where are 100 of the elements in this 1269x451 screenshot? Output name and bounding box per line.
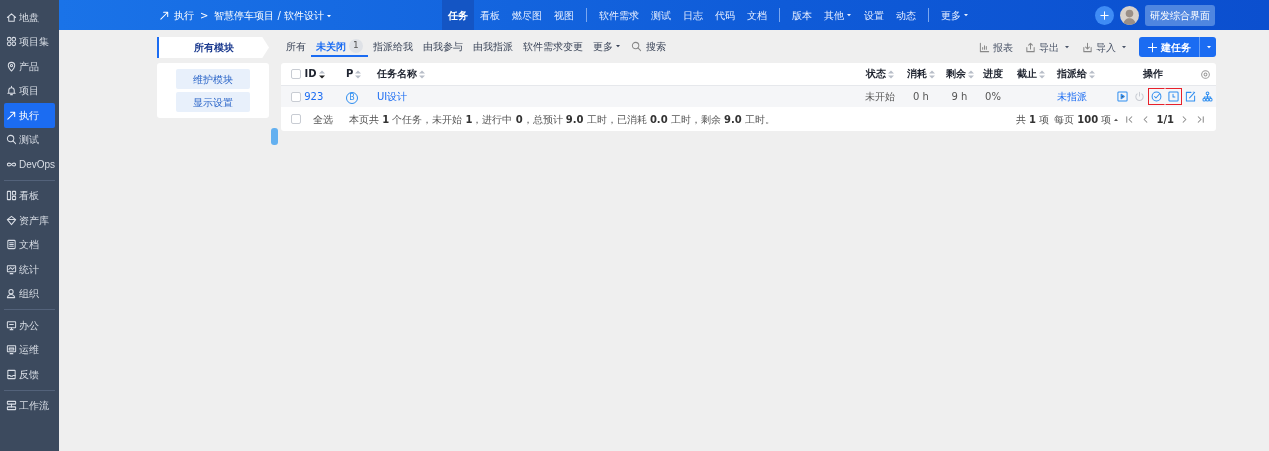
user-icon bbox=[6, 288, 17, 300]
sidebar-item[interactable]: 统计 bbox=[4, 257, 55, 282]
checkbox[interactable] bbox=[291, 69, 301, 80]
status-text: 未开始 bbox=[864, 90, 895, 102]
module-button[interactable]: 显示设置 bbox=[176, 92, 250, 112]
sidebar-item[interactable]: 办公 bbox=[4, 313, 55, 338]
caret-icon[interactable] bbox=[963, 12, 969, 18]
task-name-link[interactable]: UI设计 bbox=[377, 90, 408, 102]
settings-icon[interactable] bbox=[1200, 68, 1211, 80]
module-button[interactable]: 维护模块 bbox=[176, 69, 250, 89]
nav-tab[interactable]: 版本 bbox=[786, 0, 818, 30]
breadcrumb-link[interactable]: 执行 bbox=[159, 7, 194, 23]
caret-icon[interactable] bbox=[1206, 44, 1212, 50]
caret-icon[interactable] bbox=[1064, 44, 1070, 50]
caret-icon[interactable] bbox=[614, 43, 621, 49]
collapse-handle[interactable] bbox=[271, 128, 278, 145]
download-icon bbox=[1082, 41, 1093, 53]
monitor-icon bbox=[6, 344, 17, 356]
nav-tab[interactable]: 设置 bbox=[858, 0, 890, 30]
nav-tab[interactable]: 其他 bbox=[818, 0, 858, 30]
arrow-icon bbox=[6, 109, 17, 121]
sidebar-item[interactable]: 地盘 bbox=[4, 5, 55, 30]
sidebar-item[interactable]: DevOps bbox=[4, 152, 55, 177]
column-header[interactable]: 指派给 bbox=[1057, 68, 1087, 80]
last-page-icon[interactable] bbox=[1195, 113, 1206, 125]
sidebar-item[interactable]: 反馈 bbox=[4, 362, 55, 387]
nav-tab[interactable]: 动态 bbox=[890, 0, 922, 30]
flow-icon bbox=[6, 400, 17, 412]
filter-tab[interactable]: 由我指派 bbox=[467, 37, 518, 57]
caret-icon[interactable] bbox=[846, 12, 852, 18]
row-checkbox[interactable] bbox=[291, 91, 301, 102]
nav-tab[interactable]: 任务 bbox=[442, 0, 474, 30]
nav-tab[interactable]: 文档 bbox=[741, 0, 773, 30]
column-header[interactable]: 状态 bbox=[865, 68, 886, 80]
column-header[interactable]: ID bbox=[304, 68, 317, 80]
sidebar-item[interactable]: 文档 bbox=[4, 232, 55, 257]
sidebar-item[interactable]: 产品 bbox=[4, 54, 55, 79]
column-header[interactable]: 任务名称 bbox=[377, 68, 417, 80]
toolbar-button[interactable]: 报表 bbox=[973, 39, 1019, 55]
caret-icon[interactable] bbox=[1121, 44, 1127, 50]
nav-tab[interactable]: 视图 bbox=[548, 0, 580, 30]
sidebar-item[interactable]: 组织 bbox=[4, 281, 55, 306]
filter-tab[interactable]: 所有 bbox=[281, 37, 311, 57]
nav-tab[interactable]: 代码 bbox=[709, 0, 741, 30]
caret-icon[interactable] bbox=[1113, 116, 1120, 123]
search-link[interactable]: 搜索 bbox=[625, 37, 671, 57]
nav-tab[interactable]: 软件需求 bbox=[593, 0, 645, 30]
total-count: 共 1 项 bbox=[1015, 112, 1050, 127]
bell-icon bbox=[6, 85, 17, 97]
sidebar-item[interactable]: 资产库 bbox=[4, 208, 55, 233]
clock-icon[interactable] bbox=[1165, 87, 1182, 105]
sidebar-item[interactable]: 项目集 bbox=[4, 29, 55, 54]
sidebar-item[interactable]: 看板 bbox=[4, 183, 55, 208]
column-header[interactable]: 截止 bbox=[1016, 68, 1037, 80]
nav-tab[interactable]: 测试 bbox=[645, 0, 677, 30]
task-id-link[interactable]: 923 bbox=[304, 90, 324, 102]
hours-text: 0 h bbox=[913, 90, 929, 102]
sort-icon[interactable] bbox=[318, 69, 325, 79]
page-number: 1/1 bbox=[1156, 112, 1174, 127]
columns-icon bbox=[6, 190, 17, 202]
column-header[interactable]: 剩余 bbox=[945, 68, 966, 80]
progress-text: 0% bbox=[985, 90, 1001, 102]
sidebar-item[interactable]: 运维 bbox=[4, 337, 55, 362]
module-tab[interactable]: 所有模块 bbox=[157, 37, 269, 58]
chart-icon bbox=[979, 41, 990, 53]
nav-tab[interactable]: 看板 bbox=[474, 0, 506, 30]
filter-tab[interactable]: 由我参与 bbox=[417, 37, 468, 57]
nav-tab[interactable]: 更多 bbox=[935, 0, 975, 30]
nav-tab[interactable]: 日志 bbox=[677, 0, 709, 30]
create-task-button[interactable]: 建任务 bbox=[1139, 37, 1216, 57]
grid-icon bbox=[6, 36, 17, 48]
hours-text: 9 h bbox=[951, 90, 968, 102]
diamond-icon bbox=[6, 214, 17, 226]
project-dropdown[interactable]: 智慧停车项目 / 软件设计 bbox=[214, 7, 333, 23]
toolbar-button[interactable]: 导入 bbox=[1076, 39, 1133, 55]
nav-tab[interactable]: 燃尽图 bbox=[506, 0, 548, 30]
filter-tab[interactable]: 指派给我 bbox=[367, 37, 418, 57]
page-size-dropdown[interactable]: 每页 100 项 bbox=[1054, 111, 1120, 127]
document-icon bbox=[6, 239, 17, 251]
column-header[interactable]: P bbox=[346, 68, 354, 80]
sidebar-item[interactable]: 工作流 bbox=[4, 393, 55, 418]
sidebar-item[interactable]: 测试 bbox=[4, 127, 55, 152]
select-all-checkbox[interactable]: 全选 bbox=[291, 111, 333, 127]
workspace-button[interactable]: 研发综合界面 bbox=[1145, 4, 1215, 26]
sidebar-item[interactable]: 项目 bbox=[4, 78, 55, 103]
monitor-icon bbox=[6, 319, 17, 331]
toolbar-button[interactable]: 导出 bbox=[1019, 39, 1076, 55]
search-icon bbox=[630, 40, 642, 52]
add-button[interactable] bbox=[1095, 5, 1114, 25]
filter-tab[interactable]: 未关闭 1 bbox=[311, 37, 368, 57]
filter-tab[interactable]: 更多 bbox=[587, 37, 626, 57]
monitor-icon bbox=[6, 263, 17, 275]
sidebar-item[interactable]: 执行 bbox=[4, 103, 55, 128]
filter-tab[interactable]: 软件需求变更 bbox=[517, 37, 588, 57]
caret-icon[interactable] bbox=[326, 12, 333, 19]
upload-icon bbox=[1025, 41, 1036, 53]
column-header[interactable]: 消耗 bbox=[907, 68, 927, 80]
summary-text: 本页共 1 个任务，未开始 1，进行中 0，总预计 9.0 工时，已消耗 0.0 工时，剩余 9.0 工时。 bbox=[349, 112, 775, 127]
count-badge: 1 bbox=[349, 39, 363, 53]
avatar[interactable] bbox=[1120, 5, 1139, 25]
